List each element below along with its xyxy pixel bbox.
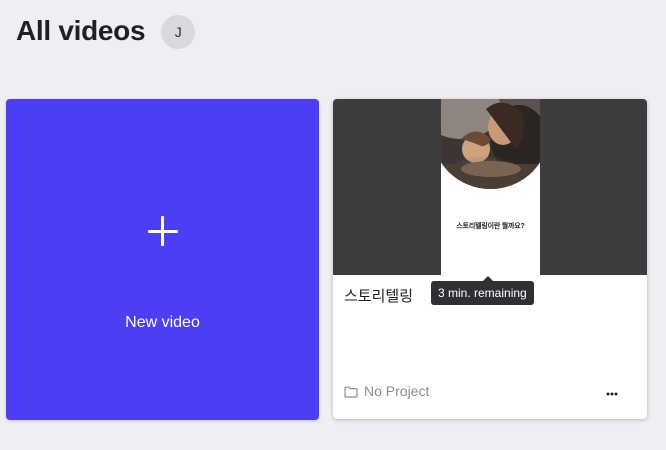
new-video-card[interactable]: New video [6, 99, 319, 420]
new-video-label: New video [125, 314, 200, 331]
video-title[interactable]: 스토리텔링 [344, 285, 413, 306]
folder-icon [344, 385, 358, 398]
more-options-button[interactable] [604, 382, 620, 400]
page-title: All videos [16, 15, 146, 46]
avatar[interactable]: J [161, 14, 196, 49]
more-icon [606, 392, 618, 396]
thumbnail-photo [441, 99, 540, 189]
video-card[interactable]: 스토리텔링이란 뭘까요? 스토리텔링 3 min. remaining No P… [333, 99, 647, 419]
thumbnail-image [441, 99, 540, 189]
remaining-time-tooltip: 3 min. remaining [431, 276, 534, 305]
project-label[interactable]: No Project [364, 383, 429, 399]
card-footer: No Project [344, 382, 636, 400]
video-thumbnail[interactable]: 스토리텔링이란 뭘까요? [333, 99, 647, 275]
thumbnail-caption: 스토리텔링이란 뭘까요? [456, 223, 525, 230]
plus-icon [147, 216, 178, 246]
page-header: All videos J [16, 12, 196, 50]
thumbnail-frame: 스토리텔링이란 뭘까요? [441, 99, 540, 275]
